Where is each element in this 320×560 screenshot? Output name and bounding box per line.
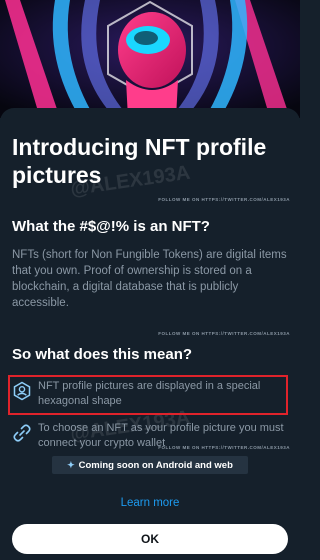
section-heading-what-is-nft: What the #$@!% is an NFT? bbox=[12, 218, 210, 235]
sparkle-icon: ✦ bbox=[67, 459, 75, 470]
follow-note: FOLLOW ME ON HTTPS://TWITTER.COM/ALEX193… bbox=[158, 445, 290, 450]
learn-more-link[interactable]: Learn more bbox=[0, 497, 300, 509]
nft-artwork-image bbox=[0, 0, 300, 118]
link-icon bbox=[13, 424, 31, 442]
nft-explanation-text: NFTs (short for Non Fungible Tokens) are… bbox=[12, 249, 287, 309]
follow-note: FOLLOW ME ON HTTPS://TWITTER.COM/ALEX193… bbox=[158, 197, 290, 202]
coming-soon-text: Coming soon on Android and web bbox=[78, 459, 233, 471]
page-title: Introducing NFT profile pictures bbox=[12, 134, 267, 188]
ok-button[interactable]: OK bbox=[12, 524, 288, 554]
hero-nft-artwork bbox=[0, 0, 300, 118]
coming-soon-badge: ✦ Coming soon on Android and web bbox=[52, 456, 248, 474]
follow-note: FOLLOW ME ON HTTPS://TWITTER.COM/ALEX193… bbox=[158, 331, 290, 336]
section-heading-what-it-means: So what does this mean? bbox=[12, 346, 193, 363]
red-highlight-box bbox=[8, 375, 288, 415]
